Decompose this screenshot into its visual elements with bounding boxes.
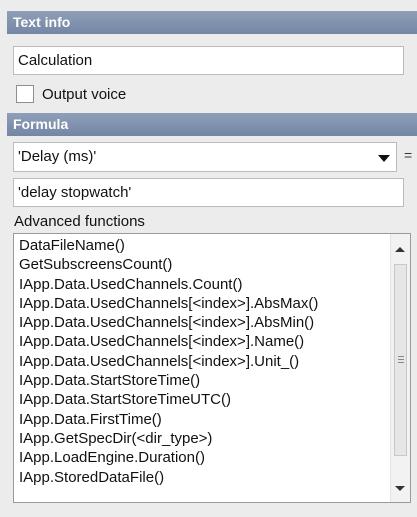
scroll-down-icon[interactable] bbox=[395, 486, 405, 491]
function-item[interactable]: IApp.Data.UsedChannels[<index>].Name() bbox=[19, 332, 318, 351]
formula-select[interactable]: 'Delay (ms)' bbox=[13, 142, 397, 172]
text-info-header: Text info bbox=[7, 11, 417, 34]
grip-line bbox=[398, 359, 404, 360]
scroll-up-icon[interactable] bbox=[395, 247, 405, 252]
equals-sign: = bbox=[404, 147, 413, 163]
vertical-scrollbar[interactable] bbox=[390, 234, 410, 502]
function-item[interactable]: IApp.Data.FirstTime() bbox=[19, 410, 318, 429]
formula-select-value: 'Delay (ms)' bbox=[18, 148, 97, 165]
advanced-functions-list[interactable]: DataFileName() GetSubscreensCount() IApp.D… bbox=[13, 233, 411, 503]
grip-line bbox=[398, 362, 404, 363]
function-item[interactable]: IApp.LoadEngine.Duration() bbox=[19, 448, 318, 467]
grip-line bbox=[398, 356, 404, 357]
output-voice-checkbox[interactable] bbox=[16, 85, 34, 103]
function-items: DataFileName() GetSubscreensCount() IApp.D… bbox=[19, 236, 318, 487]
function-item[interactable]: IApp.StoredDataFile() bbox=[19, 468, 318, 487]
function-item[interactable]: IApp.Data.StartStoreTimeUTC() bbox=[19, 390, 318, 409]
output-voice-label: Output voice bbox=[42, 85, 127, 103]
function-item[interactable]: IApp.Data.StartStoreTime() bbox=[19, 371, 318, 390]
formula-header: Formula bbox=[7, 113, 417, 136]
function-item[interactable]: IApp.Data.UsedChannels[<index>].Unit_() bbox=[19, 352, 318, 371]
function-item[interactable]: IApp.GetSpecDir(<dir_type>) bbox=[19, 429, 318, 448]
function-item[interactable]: IApp.Data.UsedChannels[<index>].AbsMax() bbox=[19, 294, 318, 313]
output-voice-row[interactable]: Output voice bbox=[12, 81, 126, 107]
text-info-field[interactable]: Calculation bbox=[13, 46, 404, 75]
scroll-thumb[interactable] bbox=[394, 264, 407, 456]
function-item[interactable]: DataFileName() bbox=[19, 236, 318, 255]
formula-expression-field[interactable]: 'delay stopwatch' bbox=[13, 178, 404, 207]
function-item[interactable]: GetSubscreensCount() bbox=[19, 255, 318, 274]
advanced-functions-label: Advanced functions bbox=[14, 213, 145, 230]
chevron-down-icon[interactable] bbox=[378, 155, 390, 162]
function-item[interactable]: IApp.Data.UsedChannels[<index>].AbsMin() bbox=[19, 313, 318, 332]
function-item[interactable]: IApp.Data.UsedChannels.Count() bbox=[19, 275, 318, 294]
